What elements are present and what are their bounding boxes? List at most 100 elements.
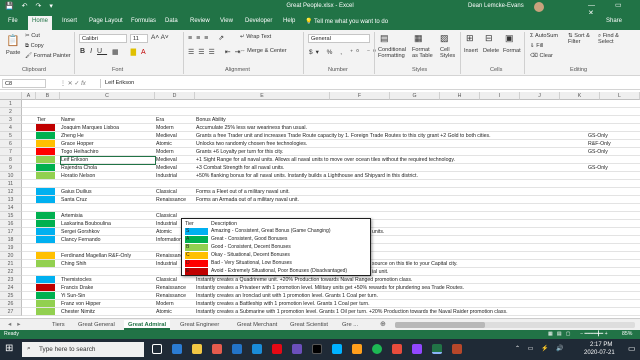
tier-swatch[interactable]	[36, 284, 55, 291]
cell-styles-icon[interactable]: ▨	[440, 33, 449, 44]
spotify-icon[interactable]	[372, 344, 382, 354]
name-cell[interactable]	[60, 244, 155, 252]
bonus-cell-fragment[interactable]: ial unit.	[371, 268, 411, 276]
tier-swatch[interactable]	[36, 196, 55, 203]
sheet-tab-great-scientist[interactable]: Great Scientist	[286, 320, 332, 330]
column-header[interactable]: J	[520, 92, 560, 100]
netflix-icon[interactable]	[272, 344, 282, 354]
era-cell[interactable]: Medieval	[155, 156, 195, 164]
row-header[interactable]: 26	[0, 300, 22, 308]
sheet-nav-arrows[interactable]: ◂▸	[8, 320, 27, 328]
name-cell[interactable]: Yi Sun-Sin	[60, 292, 155, 300]
name-cell[interactable]: Themistocles	[60, 276, 155, 284]
bonus-cell[interactable]	[195, 100, 585, 108]
name-cell[interactable]	[60, 108, 155, 116]
era-cell[interactable]	[155, 204, 195, 212]
name-cell[interactable]	[60, 180, 155, 188]
era-cell[interactable]: Industrial	[155, 172, 195, 180]
sheet-tab-great-merchant[interactable]: Great Merchant	[233, 320, 281, 330]
tier-swatch[interactable]	[36, 156, 55, 163]
name-cell[interactable]: Chester Nimitz	[60, 308, 155, 316]
tier-swatch[interactable]	[36, 148, 55, 155]
mail-icon[interactable]	[252, 344, 262, 354]
app4-icon[interactable]	[332, 344, 342, 354]
extra-cell[interactable]	[587, 188, 637, 196]
horizontal-scrollbar[interactable]	[395, 322, 635, 328]
view-buttons[interactable]: ▦▤▢	[548, 331, 575, 337]
name-cell[interactable]: Zheng He	[60, 132, 155, 140]
name-cell[interactable]: Grace Hopper	[60, 140, 155, 148]
spreadsheet-grid[interactable]: A B C D E F G H I J K L 1 2 3 Tier Name Era Bonus Ability 4…	[0, 92, 640, 318]
sheet-tab-tiers[interactable]: Tiers	[48, 320, 69, 330]
tier-swatch[interactable]	[36, 164, 55, 171]
app-icon[interactable]	[212, 344, 222, 354]
file-explorer-icon[interactable]	[192, 344, 202, 354]
row-header[interactable]: 17	[0, 228, 22, 236]
column-header[interactable]: I	[480, 92, 520, 100]
tier-swatch[interactable]	[36, 308, 55, 315]
find-select-button[interactable]: ⌕ Find & Select	[598, 33, 628, 45]
extra-cell[interactable]: GS-Only	[587, 132, 637, 140]
era-cell[interactable]: Modern	[155, 148, 195, 156]
extra-cell[interactable]	[587, 292, 637, 300]
row-header[interactable]: 9	[0, 164, 22, 172]
sheet-tab-great-general[interactable]: Great General	[74, 320, 119, 330]
align-top-buttons[interactable]: ≡≡≡ ⇗	[188, 34, 228, 42]
row-header[interactable]: 7	[0, 148, 22, 156]
row-header[interactable]: 13	[0, 196, 22, 204]
sheet-tab-more[interactable]: Gre ...	[338, 320, 362, 330]
era-cell[interactable]: Atomic	[155, 308, 195, 316]
row-header[interactable]: 3	[0, 116, 22, 124]
clock-time[interactable]: 2:17 PM	[590, 342, 612, 348]
tier-swatch[interactable]	[36, 292, 55, 299]
extra-cell[interactable]	[587, 252, 637, 260]
tier-swatch[interactable]	[36, 252, 55, 259]
bonus-cell[interactable]: Instantly creates an Ironclad unit with …	[195, 292, 585, 300]
name-cell[interactable]: Horatio Nelson	[60, 172, 155, 180]
tab-data[interactable]: Data	[165, 18, 178, 24]
name-cell[interactable]: Gaius Duilius	[60, 188, 155, 196]
bonus-cell[interactable]: Grants +6 Loyalty per turn for this city…	[195, 148, 585, 156]
bonus-cell[interactable]: Forms an Armada out of a military naval …	[195, 196, 585, 204]
name-box[interactable]: C8	[2, 79, 46, 88]
edge-icon[interactable]	[172, 344, 182, 354]
name-cell[interactable]: Laskarina Bouboulina	[60, 220, 155, 228]
tier-swatch[interactable]	[36, 276, 55, 283]
tab-file[interactable]: File	[8, 18, 18, 24]
era-cell[interactable]: Modern	[155, 124, 195, 132]
era-cell[interactable]: Classical	[155, 276, 195, 284]
column-header[interactable]: G	[390, 92, 440, 100]
tier-swatch[interactable]	[36, 124, 55, 131]
bonus-cell[interactable]	[195, 108, 585, 116]
row-header[interactable]: 14	[0, 204, 22, 212]
insert-cells-button[interactable]: Insert	[464, 48, 478, 54]
name-cell[interactable]: Artemisia	[60, 212, 155, 220]
tier-swatch[interactable]	[36, 188, 55, 195]
bonus-cell-fragment[interactable]: source on this tile to your Capital city…	[371, 260, 531, 268]
share-button[interactable]: Share	[606, 18, 622, 24]
extra-cell[interactable]	[587, 124, 637, 132]
tab-formulas[interactable]: Formulas	[131, 18, 156, 24]
era-cell[interactable]: Medieval	[155, 164, 195, 172]
column-header[interactable]: C	[60, 92, 155, 100]
extra-cell[interactable]: GS-Only	[587, 164, 637, 172]
app3-icon[interactable]	[312, 344, 322, 354]
cut-button[interactable]: ✂ Cut	[25, 33, 40, 39]
row-header[interactable]: 19	[0, 244, 22, 252]
autosum-button[interactable]: Σ AutoSum	[530, 33, 558, 39]
name-cell[interactable]: Santa Cruz	[60, 196, 155, 204]
row-header[interactable]: 12	[0, 188, 22, 196]
formula-icons[interactable]: ⋮ ✕ ✓ fx	[60, 80, 86, 87]
new-sheet-button[interactable]: ⊕	[380, 320, 386, 328]
extra-cell[interactable]: R&F-Only	[587, 140, 637, 148]
task-view-icon[interactable]	[152, 344, 162, 354]
excel-icon[interactable]	[432, 344, 442, 354]
column-header[interactable]: B	[36, 92, 60, 100]
bonus-cell[interactable]	[195, 204, 585, 212]
bonus-cell-fragment[interactable]: units.	[371, 228, 411, 236]
row-header[interactable]: 6	[0, 140, 22, 148]
maximize-icon[interactable]: ▭	[615, 2, 631, 9]
tier-swatch[interactable]	[36, 220, 55, 227]
row-header[interactable]: 1	[0, 100, 22, 108]
name-cell[interactable]: Francis Drake	[60, 284, 155, 292]
